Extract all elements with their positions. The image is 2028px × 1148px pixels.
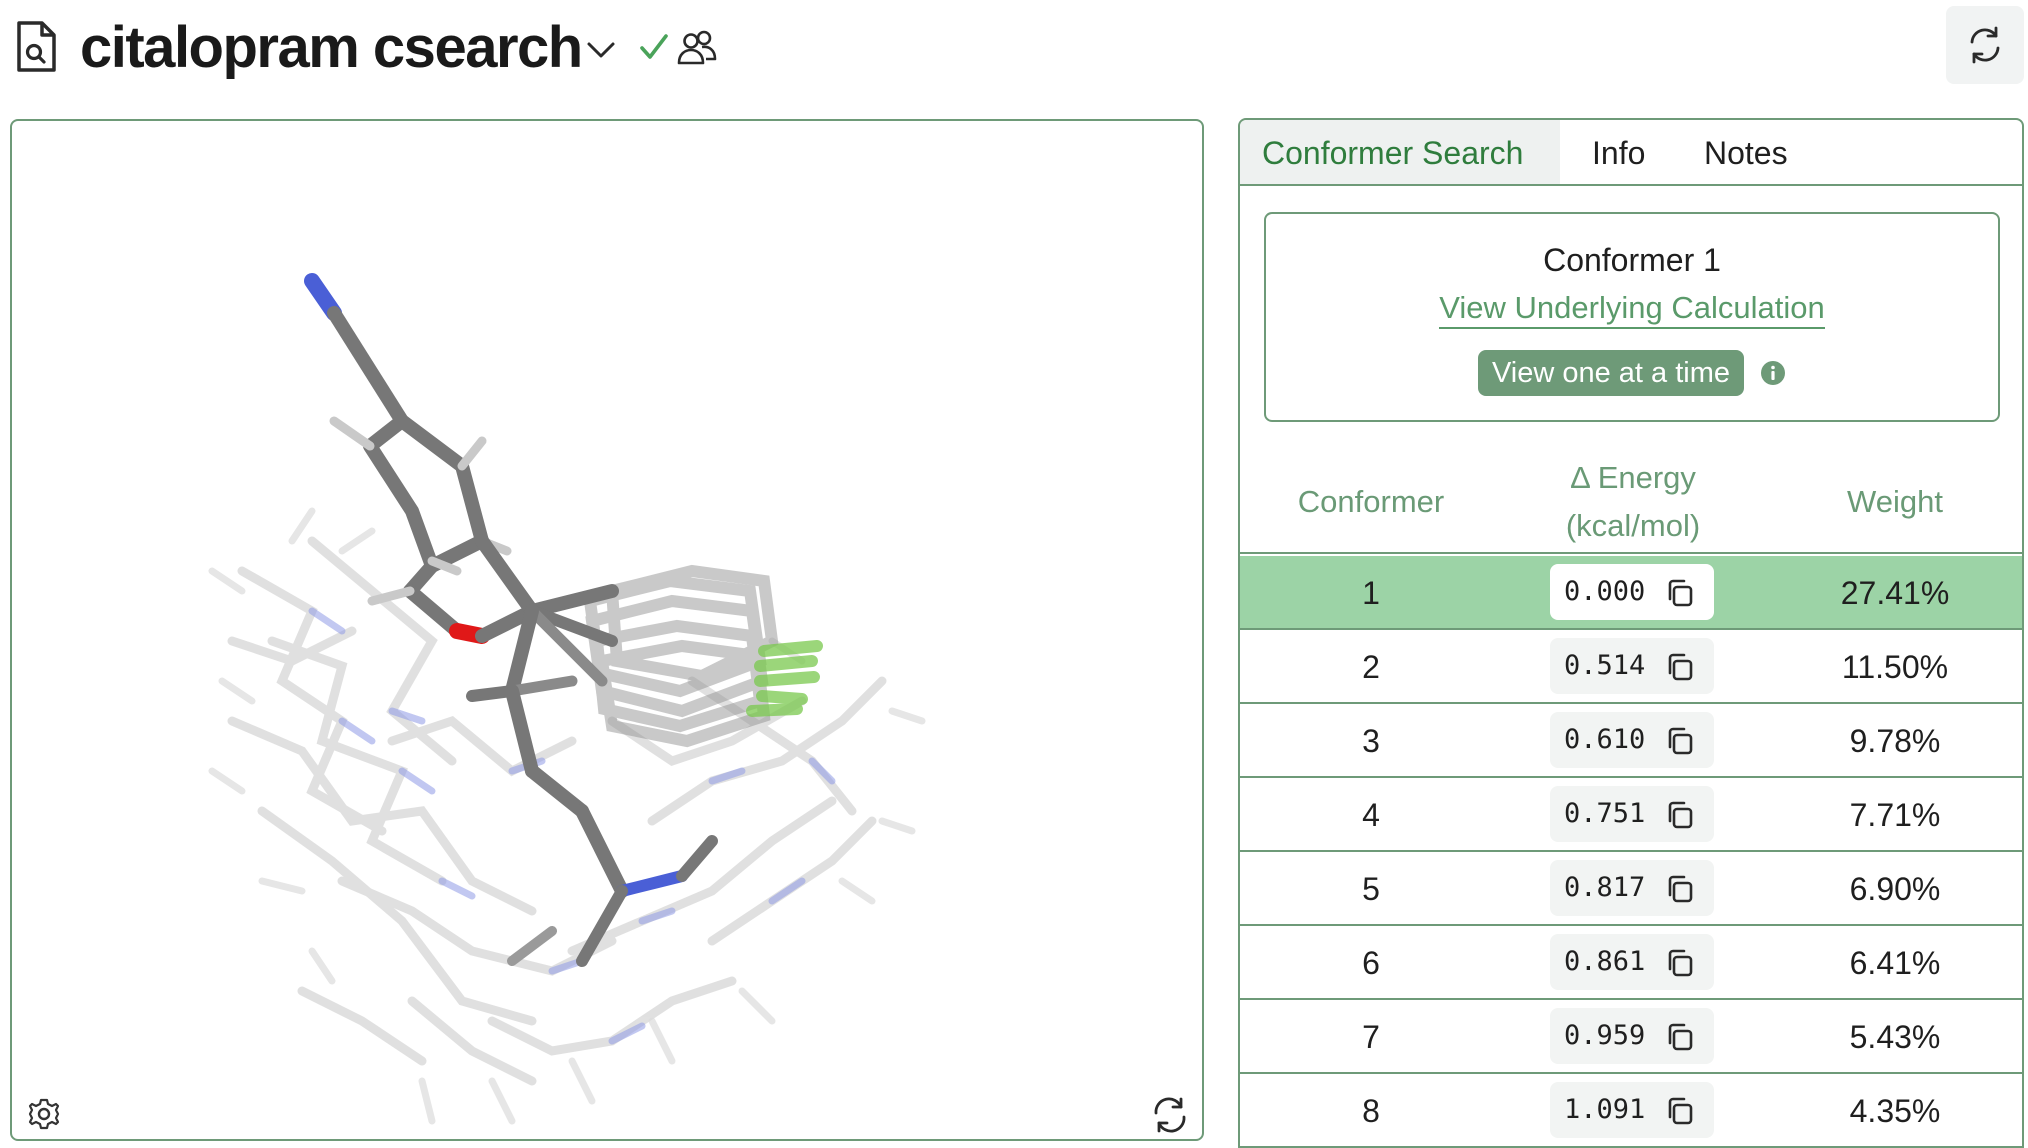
energy-value: 0.610 xyxy=(1564,724,1646,755)
conformer-table-body: 1 0.000 27.41% 2 0.514 11.50% 3 0.610 9.… xyxy=(1240,556,2022,1148)
molecule-overlay-canvas[interactable] xyxy=(12,121,1204,1141)
check-icon xyxy=(640,34,668,59)
copy-icon[interactable] xyxy=(1664,577,1696,609)
refresh-icon xyxy=(1970,26,2000,64)
copy-icon[interactable] xyxy=(1664,873,1696,905)
column-header-energy-line2: (kcal/mol) xyxy=(1565,508,1701,543)
table-header: Conformer Δ Energy (kcal/mol) Weight xyxy=(1240,450,2022,554)
refresh-icon[interactable] xyxy=(1150,1096,1190,1134)
copy-icon[interactable] xyxy=(1664,947,1696,979)
molecule-viewer[interactable] xyxy=(10,119,1204,1141)
column-header-conformer-label: Conformer xyxy=(1297,484,1445,519)
view-one-at-a-time-toggle[interactable]: View one at a time xyxy=(1478,350,1744,396)
column-header-energy-line1: Δ Energy xyxy=(1570,460,1696,495)
weight-value: 4.35% xyxy=(1849,1093,1941,1129)
weight-value: 5.43% xyxy=(1849,1019,1941,1055)
weight-value: 9.78% xyxy=(1849,723,1941,759)
fluorophenyl-ensemble xyxy=(583,564,823,748)
table-row[interactable]: 1 0.000 27.41% xyxy=(1240,556,2022,630)
conformer-panel: Conformer Search Info Notes Conformer 1 … xyxy=(1238,118,2024,1148)
table-row[interactable]: 4 0.751 7.71% xyxy=(1240,778,2022,852)
tab-bar: Conformer Search Info Notes xyxy=(1240,120,2022,186)
conformer-number: 6 xyxy=(1362,945,1380,981)
energy-value: 0.861 xyxy=(1564,946,1646,977)
table-row[interactable]: 6 0.861 6.41% xyxy=(1240,926,2022,1000)
table-row[interactable]: 5 0.817 6.90% xyxy=(1240,852,2022,926)
energy-value: 0.959 xyxy=(1564,1020,1646,1051)
copy-icon[interactable] xyxy=(1664,1021,1696,1053)
column-header-weight[interactable]: Weight xyxy=(1764,450,2022,554)
page-title: citalopram csearch xyxy=(80,15,583,80)
column-header-energy[interactable]: Δ Energy (kcal/mol) xyxy=(1502,450,1764,554)
users-icon[interactable] xyxy=(676,28,718,70)
energy-chip: 0.000 xyxy=(1550,564,1714,620)
energy-chip: 0.610 xyxy=(1550,712,1714,768)
conformer-number: 3 xyxy=(1362,723,1380,759)
table-row[interactable]: 8 1.091 4.35% xyxy=(1240,1074,2022,1148)
weight-value: 7.71% xyxy=(1849,797,1941,833)
energy-value: 0.000 xyxy=(1564,576,1646,607)
energy-value: 0.751 xyxy=(1564,798,1646,829)
tab-notes[interactable]: Notes xyxy=(1704,120,1788,184)
tab-info[interactable]: Info xyxy=(1592,120,1645,184)
copy-icon[interactable] xyxy=(1664,725,1696,757)
energy-chip: 0.751 xyxy=(1550,786,1714,842)
conformer-card-title: Conformer 1 xyxy=(1543,242,1721,278)
conformer-number: 2 xyxy=(1362,649,1380,685)
copy-icon[interactable] xyxy=(1664,1095,1696,1127)
document-search-icon xyxy=(17,21,56,72)
gear-icon[interactable] xyxy=(26,1096,62,1132)
energy-value: 0.514 xyxy=(1564,650,1646,681)
column-header-conformer[interactable]: Conformer xyxy=(1240,450,1502,554)
weight-value: 6.41% xyxy=(1849,945,1941,981)
energy-value: 0.817 xyxy=(1564,872,1646,903)
energy-chip: 0.514 xyxy=(1550,638,1714,694)
weight-value: 27.41% xyxy=(1840,575,1950,611)
info-icon[interactable] xyxy=(1760,360,1786,386)
energy-chip: 0.861 xyxy=(1550,934,1714,990)
conformer-number: 8 xyxy=(1362,1093,1380,1129)
conformer-number: 4 xyxy=(1362,797,1380,833)
view-calculation-link-text[interactable]: View Underlying Calculation xyxy=(1439,290,1825,329)
refresh-button[interactable] xyxy=(1946,6,2024,84)
selected-conformer xyxy=(304,273,718,967)
column-header-weight-label: Weight xyxy=(1847,484,1943,519)
conformer-number: 7 xyxy=(1362,1019,1380,1055)
conformer-number: 5 xyxy=(1362,871,1380,907)
energy-chip: 0.817 xyxy=(1550,860,1714,916)
copy-icon[interactable] xyxy=(1664,799,1696,831)
weight-value: 11.50% xyxy=(1841,649,1949,685)
weight-value: 6.90% xyxy=(1849,871,1941,907)
header: citalopram csearch xyxy=(0,0,2028,110)
conformer-card: Conformer 1 View Underlying Calculation … xyxy=(1264,212,2000,422)
energy-chip: 0.959 xyxy=(1550,1008,1714,1064)
table-row[interactable]: 3 0.610 9.78% xyxy=(1240,704,2022,778)
conformer-number: 1 xyxy=(1362,575,1380,611)
chevron-down-icon[interactable] xyxy=(584,36,618,64)
table-row[interactable]: 7 0.959 5.43% xyxy=(1240,1000,2022,1074)
tab-conformer-search[interactable]: Conformer Search xyxy=(1240,120,1560,184)
energy-value: 1.091 xyxy=(1564,1094,1646,1125)
copy-icon[interactable] xyxy=(1664,651,1696,683)
energy-chip: 1.091 xyxy=(1550,1082,1714,1138)
table-row[interactable]: 2 0.514 11.50% xyxy=(1240,630,2022,704)
view-calculation-link[interactable]: View Underlying Calculation xyxy=(1266,288,1998,329)
